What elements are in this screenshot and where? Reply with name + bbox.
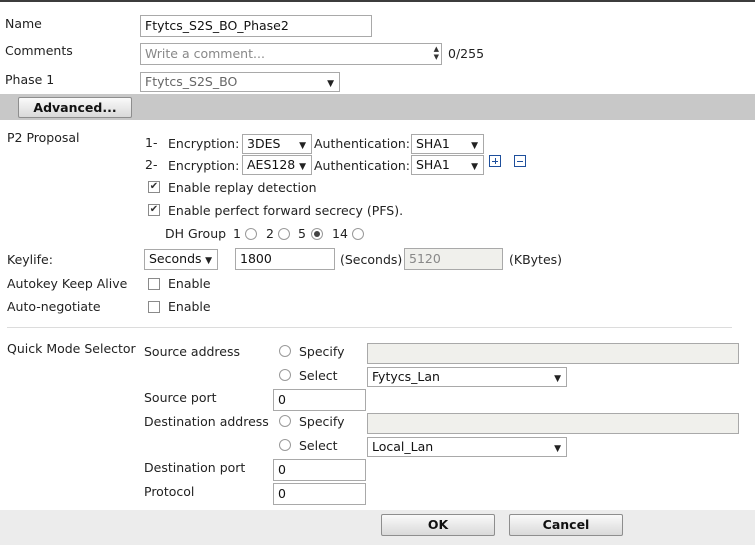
remove-proposal-minus-icon[interactable] [514,155,526,167]
dh-group-2-radio[interactable] [278,228,290,240]
comments-placeholder: Write a comment... [145,46,265,61]
name-label: Name [5,16,42,31]
chevron-down-icon: ▼ [299,162,306,172]
proposal-1-encryption-label: Encryption: [168,136,240,151]
dh-group-label: DH Group [165,226,227,241]
source-specify-radio[interactable] [279,345,291,357]
source-specify-label: Specify [299,344,345,359]
chevron-down-icon: ▼ [554,374,561,384]
quick-mode-selector-label: Quick Mode Selector [7,341,136,356]
keylife-type-select[interactable]: Seconds ▼ [144,249,218,270]
source-specify-input[interactable] [367,343,739,364]
keylife-label: Keylife: [7,252,53,267]
destination-port-input[interactable]: 0 [273,459,366,481]
proposal-2-authentication-label: Authentication: [314,158,410,173]
chevron-down-icon: ▼ [471,141,478,151]
dh-group-1-radio[interactable] [245,228,257,240]
keylife-kbytes-unit: (KBytes) [509,252,563,267]
source-port-label: Source port [144,390,217,405]
keylife-seconds-input[interactable]: 1800 [235,248,335,270]
pfs-label: Enable perfect forward secrecy (PFS). [168,203,404,218]
dh-option-5-label: 5 [298,226,306,241]
replay-detection-checkbox[interactable]: ✔ [148,181,160,193]
destination-select-radio[interactable] [279,439,291,451]
chevron-down-icon: ▼ [205,256,212,266]
dh-option-14-label: 14 [332,226,348,241]
chevron-down-icon: ▼ [299,141,306,151]
source-port-input[interactable]: 0 [273,389,366,411]
auto-negotiate-enable-checkbox[interactable] [148,301,160,313]
auto-negotiate-label: Auto-negotiate [7,299,101,314]
proposal-2-authentication-value: SHA1 [416,157,450,172]
comments-char-count: 0/255 [448,46,485,61]
chevron-down-icon: ▼ [471,162,478,172]
proposal-1-authentication-label: Authentication: [314,136,410,151]
destination-specify-radio[interactable] [279,415,291,427]
proposal-1-authentication-value: SHA1 [416,136,450,151]
comments-textarea[interactable]: Write a comment... ▲ ▼ [140,43,442,65]
autokey-enable-label: Enable [168,276,211,291]
source-address-select-value: Fytycs_Lan [372,369,440,384]
dh-option-1-label: 1 [233,226,241,241]
proposal-1-index: 1- [145,135,158,150]
proposal-1-encryption-select[interactable]: 3DES ▼ [242,134,312,154]
source-select-label: Select [299,368,338,383]
protocol-input[interactable]: 0 [273,483,366,505]
auto-negotiate-enable-label: Enable [168,299,211,314]
add-proposal-plus-icon[interactable] [489,155,501,167]
chevron-down-icon: ▼ [554,444,561,454]
proposal-2-encryption-value: AES128 [247,157,296,172]
dh-option-2-label: 2 [266,226,274,241]
proposal-1-authentication-select[interactable]: SHA1 ▼ [411,134,484,154]
ok-button[interactable]: OK [381,514,495,536]
proposal-2-authentication-select[interactable]: SHA1 ▼ [411,155,484,175]
dh-group-14-radio[interactable] [352,228,364,240]
cancel-button[interactable]: Cancel [509,514,623,536]
destination-address-select[interactable]: Local_Lan ▼ [367,437,567,457]
source-address-select[interactable]: Fytycs_Lan ▼ [367,367,567,387]
autokey-enable-checkbox[interactable] [148,278,160,290]
p2-proposal-label: P2 Proposal [7,130,80,145]
comments-label: Comments [5,43,73,58]
name-input[interactable]: Ftytcs_S2S_BO_Phase2 [140,15,372,37]
source-address-label: Source address [144,344,241,359]
destination-port-label: Destination port [144,460,246,475]
proposal-2-encryption-select[interactable]: AES128 ▼ [242,155,312,175]
advanced-button[interactable]: Advanced... [18,97,132,118]
source-select-radio[interactable] [279,369,291,381]
keylife-seconds-unit: (Seconds) [340,252,403,267]
dialog-footer [0,510,755,545]
pfs-checkbox[interactable]: ✔ [148,204,160,216]
replay-detection-label: Enable replay detection [168,180,317,195]
proposal-2-encryption-label: Encryption: [168,158,240,173]
chevron-down-icon: ▼ [327,79,334,89]
comments-resize-spinner-icon[interactable]: ▲ ▼ [434,45,439,61]
autokey-keep-alive-label: Autokey Keep Alive [7,276,128,291]
destination-address-label: Destination address [144,414,269,429]
proposal-1-encryption-value: 3DES [247,136,281,151]
dh-group-5-radio[interactable] [311,228,323,240]
phase1-selected-value: Ftytcs_S2S_BO [145,74,238,89]
phase1-label: Phase 1 [5,72,55,87]
proposal-2-index: 2- [145,157,158,172]
window-top-border [0,0,755,2]
keylife-type-value: Seconds [149,251,202,266]
section-divider [7,327,732,328]
destination-specify-label: Specify [299,414,345,429]
phase1-select[interactable]: Ftytcs_S2S_BO ▼ [140,72,340,92]
destination-select-label: Select [299,438,338,453]
destination-specify-input[interactable] [367,413,739,434]
destination-address-select-value: Local_Lan [372,439,434,454]
protocol-label: Protocol [144,484,195,499]
keylife-kbytes-input[interactable]: 5120 [404,248,503,270]
